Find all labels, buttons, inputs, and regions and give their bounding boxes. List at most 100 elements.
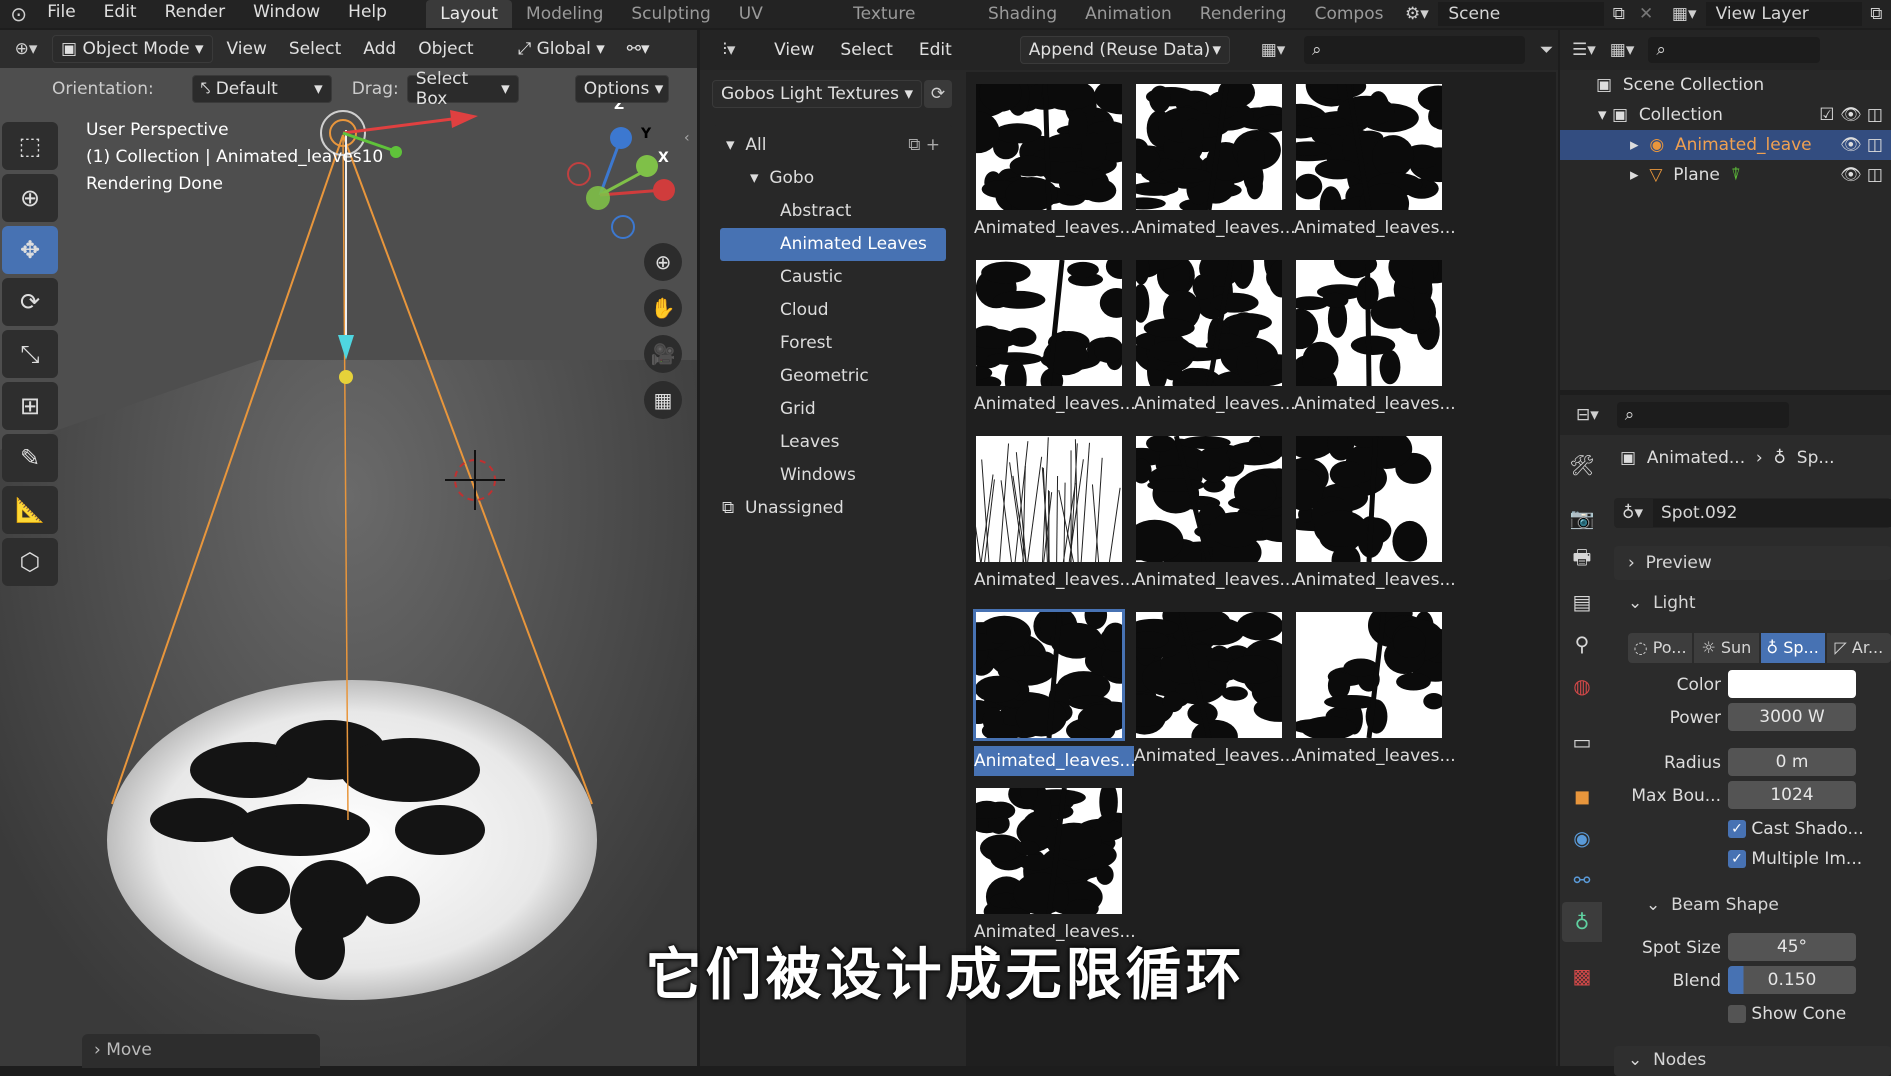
browser-menu-edit[interactable]: Edit	[911, 36, 960, 64]
collection-properties-tab[interactable]: ▭	[1562, 722, 1602, 762]
asset-label[interactable]: Animated_leaves...	[1134, 394, 1294, 414]
catalog-item-abstract[interactable]: Abstract	[712, 195, 954, 228]
asset-thumbnail[interactable]	[976, 260, 1122, 386]
asset-thumbnail[interactable]	[1136, 84, 1282, 210]
asset-thumbnail[interactable]	[976, 612, 1122, 738]
catalog-item-caustic[interactable]: Caustic	[712, 261, 954, 294]
editor-type-icon[interactable]: ⊕▾	[6, 39, 46, 59]
light-type-area[interactable]: ◸ Ar...	[1827, 633, 1891, 663]
catalog-item-grid[interactable]: Grid	[712, 393, 954, 426]
tab-sculpting[interactable]: Sculpting	[617, 0, 724, 28]
tab-uv-editing[interactable]: UV Editing	[725, 0, 839, 28]
cast-shadow-row[interactable]: ✓ Cast Shado...	[1612, 814, 1891, 844]
catalog-item-all[interactable]: ▾ All⧉ +	[712, 129, 954, 162]
measure-tool[interactable]: 📐	[2, 486, 58, 534]
orientation-dropdown[interactable]: ⤣ Default▾	[192, 75, 332, 103]
asset-label[interactable]: Animated_leaves...	[1294, 394, 1454, 414]
tab-rendering[interactable]: Rendering	[1186, 0, 1301, 28]
asset-label[interactable]: Animated_leaves...	[974, 394, 1134, 414]
display-mode-icon[interactable]: ▦▾	[1252, 40, 1294, 60]
outliner-editor-icon[interactable]: ☰▾	[1572, 40, 1596, 60]
sidebar-toggle-arrow[interactable]: ‹	[684, 130, 690, 146]
drag-dropdown[interactable]: Select Box ▾	[407, 75, 519, 103]
asset-thumbnail[interactable]	[1296, 84, 1442, 210]
last-operator-panel[interactable]: › Move	[82, 1034, 320, 1068]
asset-label[interactable]: Animated_leaves...	[974, 746, 1134, 776]
snap-icon[interactable]: ⚯▾	[619, 35, 658, 63]
perspective-toggle-button[interactable]: ▦	[644, 381, 682, 419]
tool-properties-tab[interactable]: 🛠	[1562, 445, 1602, 485]
delete-scene-icon[interactable]: ✕	[1633, 4, 1658, 24]
catalog-item-cloud[interactable]: Cloud	[712, 294, 954, 327]
scene-name[interactable]: Scene	[1438, 2, 1604, 26]
asset-library-dropdown[interactable]: Gobos Light Textures▾	[712, 80, 922, 108]
catalog-item-unassigned[interactable]: ⧉ Unassigned	[712, 492, 954, 525]
preview-panel-header[interactable]: › Preview	[1614, 546, 1891, 580]
camera-view-button[interactable]: 🎥	[644, 335, 682, 373]
import-method-dropdown[interactable]: Append (Reuse Data)▾	[1020, 36, 1230, 64]
zoom-button[interactable]: ⊕	[644, 243, 682, 281]
cursor-tool[interactable]: ⊕	[2, 174, 58, 222]
move-tool[interactable]: ✥	[2, 226, 58, 274]
asset-label[interactable]: Animated_leaves...	[974, 218, 1134, 238]
pan-button[interactable]: ✋	[644, 289, 682, 327]
asset-thumbnail[interactable]	[1296, 260, 1442, 386]
catalog-item-windows[interactable]: Windows	[712, 459, 954, 492]
cast-shadow-checkbox[interactable]: ✓	[1728, 820, 1746, 838]
world-properties-tab[interactable]: ◍	[1562, 666, 1602, 706]
catalog-item-animated-leaves[interactable]: Animated Leaves	[720, 228, 946, 261]
tab-texture-paint[interactable]: Texture Paint	[839, 0, 974, 28]
view-layer-properties-tab[interactable]: ▤	[1562, 582, 1602, 622]
transform-tool[interactable]: ⊞	[2, 382, 58, 430]
nodes-panel-header[interactable]: ⌄ Nodes	[1614, 1046, 1891, 1076]
catalog-item-geometric[interactable]: Geometric	[712, 360, 954, 393]
outliner-item-plane[interactable]: ▸ ▽ Plane ⍒👁 ◫	[1560, 160, 1891, 190]
constraints-properties-tab[interactable]: ⚯	[1562, 860, 1602, 900]
light-type-sun[interactable]: ☼ Sun	[1694, 633, 1758, 663]
tab-modeling[interactable]: Modeling	[512, 0, 617, 28]
max-bounces-field[interactable]: 1024	[1728, 781, 1856, 809]
properties-search-input[interactable]: ⌕	[1617, 402, 1789, 428]
catalog-item-forest[interactable]: Forest	[712, 327, 954, 360]
asset-thumbnail[interactable]	[1296, 612, 1442, 738]
output-properties-tab[interactable]: 🖶	[1562, 540, 1602, 580]
catalog-item-leaves[interactable]: Leaves	[712, 426, 954, 459]
outliner-display-mode-icon[interactable]: ▦▾	[1610, 40, 1635, 60]
asset-thumbnail[interactable]	[976, 436, 1122, 562]
multiple-importance-checkbox[interactable]: ✓	[1728, 850, 1746, 868]
browser-menu-select[interactable]: Select	[832, 36, 900, 64]
asset-label[interactable]: Animated_leaves...	[1134, 746, 1294, 766]
physics-properties-tab[interactable]: ◉	[1562, 818, 1602, 858]
light-panel-header[interactable]: ⌄ Light	[1614, 586, 1891, 620]
select-box-tool[interactable]: ⬚	[2, 122, 58, 170]
outliner-collection[interactable]: ▾ ▣ Collection☑ 👁 ◫	[1560, 100, 1891, 130]
filter-icon[interactable]: ⏷	[1535, 40, 1558, 60]
asset-thumbnail[interactable]	[976, 788, 1122, 914]
view-layer-icon[interactable]: ▦▾	[1663, 4, 1706, 24]
outliner-item-animated-leaves[interactable]: ▸ ◉ Animated_leave👁 ◫	[1560, 130, 1891, 160]
asset-thumbnail[interactable]	[1136, 260, 1282, 386]
outliner-scene-collection[interactable]: ▣ Scene Collection	[1560, 70, 1891, 100]
asset-label[interactable]: Animated_leaves...	[1294, 218, 1454, 238]
asset-search-input[interactable]: ⌕	[1304, 36, 1525, 64]
object-mode-dropdown[interactable]: ▣ Object Mode ▾	[52, 35, 213, 63]
properties-editor-icon[interactable]: ⊟▾	[1576, 405, 1599, 425]
add-cube-tool[interactable]: ⬡	[2, 538, 58, 586]
tab-animation[interactable]: Animation	[1071, 0, 1186, 28]
render-properties-tab[interactable]: 📷	[1562, 498, 1602, 538]
radius-field[interactable]: 0 m	[1728, 748, 1856, 776]
collection-visibility-icons[interactable]: ☑ 👁 ◫	[1819, 100, 1883, 130]
asset-thumbnail[interactable]	[1136, 612, 1282, 738]
multiple-importance-row[interactable]: ✓ Multiple Im...	[1612, 844, 1891, 874]
new-catalog-icon[interactable]: ⧉ +	[908, 129, 940, 162]
asset-thumbnail[interactable]	[976, 84, 1122, 210]
menu-edit[interactable]: Edit	[90, 0, 151, 28]
asset-label[interactable]: Animated_leaves...	[1134, 218, 1294, 238]
tab-shading[interactable]: Shading	[974, 0, 1071, 28]
light-datablock-selector[interactable]: ♁▾ Spot.092	[1614, 498, 1891, 528]
asset-thumbnail[interactable]	[1136, 436, 1282, 562]
asset-label[interactable]: Animated_leaves...	[1134, 570, 1294, 590]
asset-label[interactable]: Animated_leaves...	[1294, 746, 1454, 766]
color-swatch[interactable]	[1728, 670, 1856, 698]
viewport-menu-view[interactable]: View	[219, 35, 275, 63]
